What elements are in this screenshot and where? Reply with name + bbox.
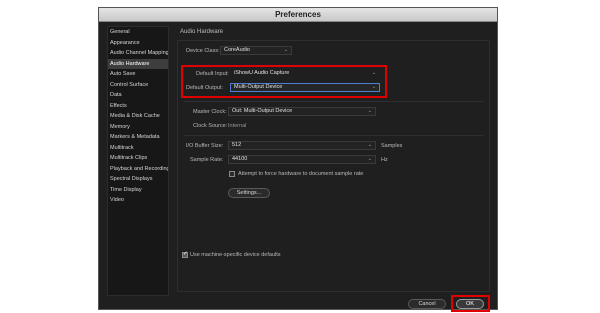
device-class-label: Device Class: bbox=[186, 48, 220, 54]
chevron-down-icon: ⌄ bbox=[367, 156, 372, 162]
sidebar-item-markers-metadata[interactable]: Markers & Metadata bbox=[108, 132, 168, 143]
preferences-dialog: Preferences General Appearance Audio Cha… bbox=[98, 7, 498, 312]
divider bbox=[184, 101, 484, 102]
clock-source-label: Clock Source: bbox=[193, 123, 228, 129]
dialog-title: Preferences bbox=[99, 8, 497, 22]
sidebar-item-memory[interactable]: Memory bbox=[108, 122, 168, 133]
sidebar-item-appearance[interactable]: Appearance bbox=[108, 38, 168, 49]
chevron-down-icon: ⌄ bbox=[367, 108, 372, 114]
sidebar-item-audio-channel-mapping[interactable]: Audio Channel Mapping bbox=[108, 48, 168, 59]
sample-rate-label: Sample Rate: bbox=[190, 157, 224, 163]
device-class-dropdown[interactable]: CoreAudio ⌄ bbox=[220, 46, 292, 55]
settings-button[interactable]: Settings... bbox=[228, 188, 270, 198]
cancel-button[interactable]: Cancel bbox=[408, 299, 446, 309]
sidebar-item-playback-recording[interactable]: Playback and Recording bbox=[108, 164, 168, 175]
sidebar-item-media-disk-cache[interactable]: Media & Disk Cache bbox=[108, 111, 168, 122]
device-class-value: CoreAudio bbox=[224, 47, 250, 53]
sidebar-item-time-display[interactable]: Time Display bbox=[108, 185, 168, 196]
master-clock-dropdown[interactable]: Out: Multi-Output Device ⌄ bbox=[228, 107, 376, 116]
sample-rate-dropdown[interactable]: 44100 ⌄ bbox=[228, 155, 376, 164]
attempt-force-label: Attempt to force hardware to document sa… bbox=[238, 171, 364, 177]
sidebar-item-spectral-displays[interactable]: Spectral Displays bbox=[108, 174, 168, 185]
sample-rate-value: 44100 bbox=[232, 156, 248, 162]
sidebar-item-audio-hardware[interactable]: Audio Hardware bbox=[108, 58, 168, 69]
sidebar-item-effects[interactable]: Effects bbox=[108, 101, 168, 112]
highlight-box-io-devices bbox=[181, 65, 387, 98]
audio-hardware-pane: Audio Hardware Device Class: CoreAudio ⌄… bbox=[172, 26, 494, 312]
preferences-sidebar: General Appearance Audio Channel Mapping… bbox=[107, 26, 169, 296]
highlight-box-ok bbox=[451, 295, 490, 312]
sidebar-item-video[interactable]: Video bbox=[108, 195, 168, 206]
sidebar-item-control-surface[interactable]: Control Surface bbox=[108, 80, 168, 91]
section-header: Audio Hardware bbox=[180, 29, 224, 35]
chevron-down-icon: ⌄ bbox=[283, 47, 288, 53]
sidebar-item-auto-save[interactable]: Auto Save bbox=[108, 69, 168, 80]
chevron-down-icon: ⌄ bbox=[367, 142, 372, 148]
attempt-force-checkbox[interactable] bbox=[229, 171, 235, 177]
machine-specific-checkbox[interactable] bbox=[182, 251, 188, 258]
master-clock-label: Master Clock: bbox=[193, 109, 227, 115]
divider bbox=[184, 135, 484, 136]
settings-panel: Device Class: CoreAudio ⌄ Default Input:… bbox=[177, 40, 490, 292]
sidebar-item-general[interactable]: General bbox=[108, 27, 168, 38]
clock-source-value: Internal bbox=[228, 123, 247, 129]
sample-rate-unit: Hz bbox=[381, 157, 388, 163]
io-buffer-value: 512 bbox=[232, 142, 242, 148]
sidebar-item-multitrack-clips[interactable]: Multitrack Clips bbox=[108, 153, 168, 164]
io-buffer-unit: Samples bbox=[381, 143, 403, 149]
machine-specific-label: Use machine-specific device defaults bbox=[190, 252, 281, 258]
io-buffer-dropdown[interactable]: 512 ⌄ bbox=[228, 141, 376, 150]
sidebar-item-multitrack[interactable]: Multitrack bbox=[108, 143, 168, 154]
io-buffer-label: I/O Buffer Size: bbox=[186, 143, 224, 149]
master-clock-value: Out: Multi-Output Device bbox=[232, 108, 293, 114]
sidebar-item-data[interactable]: Data bbox=[108, 90, 168, 101]
